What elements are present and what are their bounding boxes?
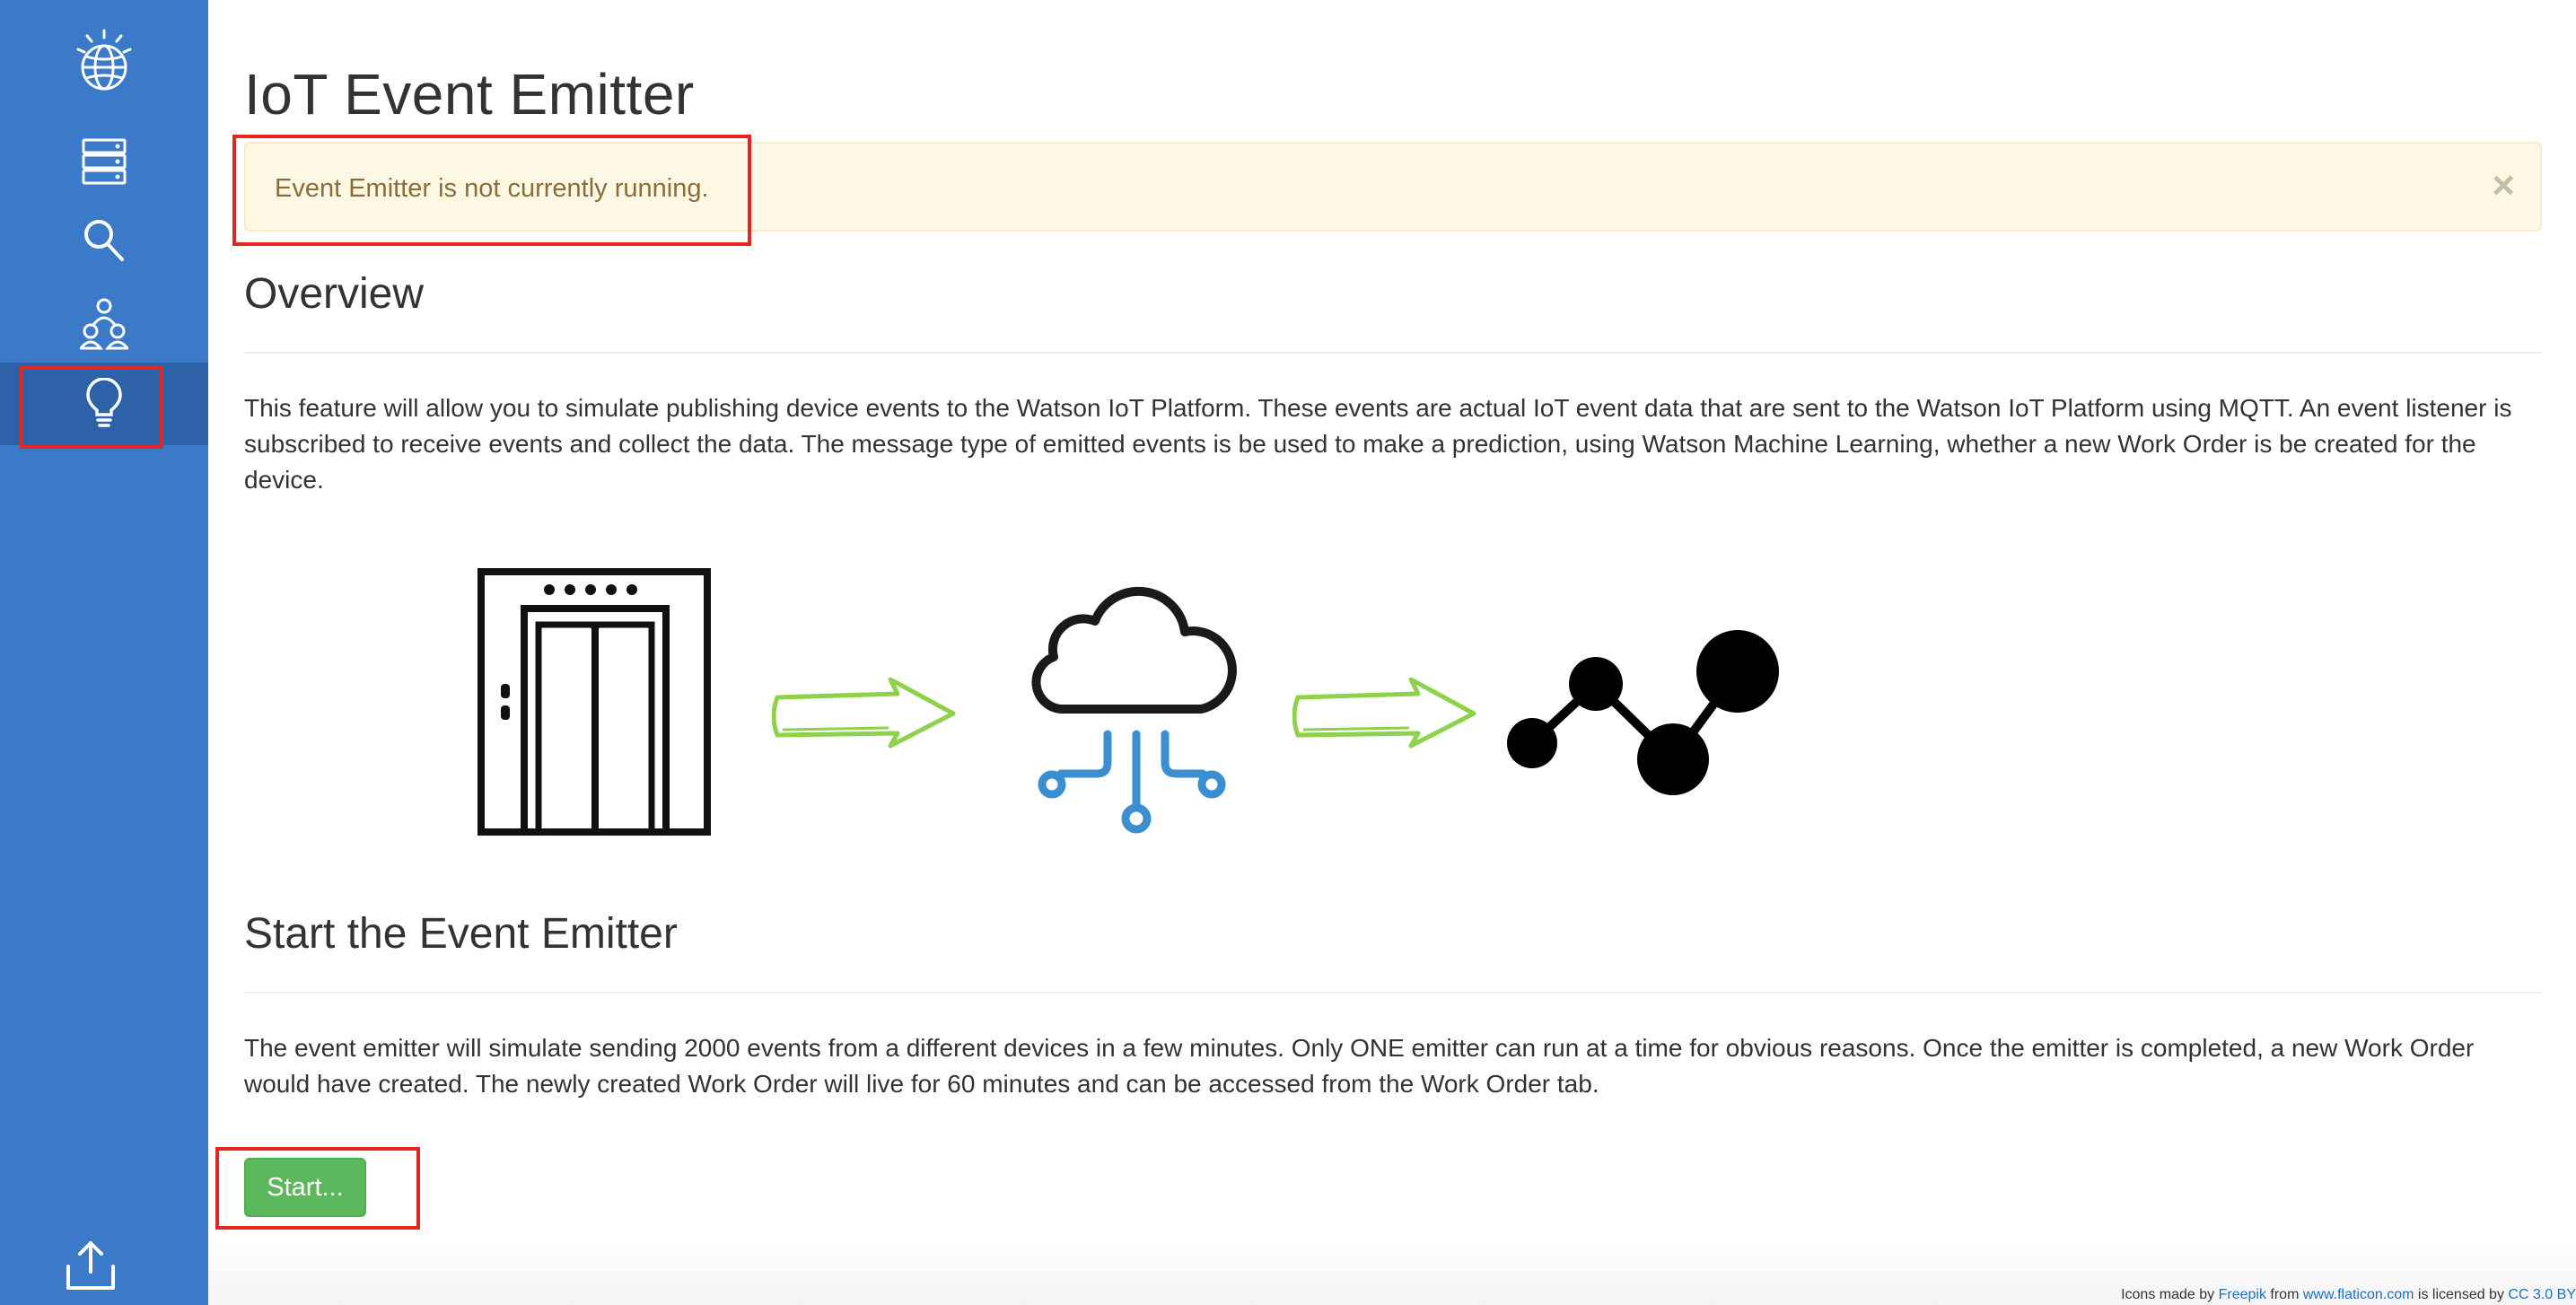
- elevator-icon: [478, 568, 711, 836]
- start-heading: Start the Event Emitter: [244, 910, 678, 958]
- server-icon: [82, 138, 127, 185]
- sidebar-item-event-emitter[interactable]: [0, 363, 208, 445]
- sidebar-item-users[interactable]: [0, 284, 208, 364]
- cloud-iot-icon: [1031, 586, 1237, 834]
- search-icon: [84, 220, 124, 261]
- sidebar-item-devices[interactable]: [0, 126, 208, 197]
- graph-nodes-icon: [1507, 630, 1779, 795]
- sidebar-item-export[interactable]: [0, 1230, 208, 1301]
- divider: [244, 352, 2542, 354]
- freepik-link[interactable]: Freepik: [2219, 1287, 2266, 1302]
- start-text: The event emitter will simulate sending …: [244, 1034, 2475, 1098]
- overview-text: This feature will allow you to simulate …: [244, 394, 2512, 494]
- credit-licensed: is licensed by: [2417, 1287, 2504, 1302]
- icon-credit: Icons made by Freepik from www.flaticon.…: [2121, 1287, 2576, 1303]
- license-link[interactable]: CC 3.0 BY: [2508, 1287, 2576, 1302]
- sidebar-logo[interactable]: [0, 20, 208, 101]
- users-icon: [80, 298, 128, 350]
- overview-heading: Overview: [244, 270, 425, 318]
- arrow-icon: [772, 678, 956, 749]
- close-icon[interactable]: ×: [2492, 163, 2515, 208]
- status-alert: Event Emitter is not currently running. …: [244, 142, 2542, 232]
- sidebar: [0, 0, 208, 1305]
- start-button[interactable]: Start...: [244, 1158, 366, 1217]
- credit-from: from: [2270, 1287, 2300, 1302]
- lightbulb-icon: [86, 378, 122, 427]
- page-title: IoT Event Emitter: [244, 62, 695, 127]
- upload-icon: [66, 1241, 115, 1290]
- flaticon-link[interactable]: www.flaticon.com: [2303, 1287, 2414, 1302]
- main-content: IoT Event Emitter Event Emitter is not c…: [244, 0, 2542, 1305]
- alert-text: Event Emitter is not currently running.: [275, 174, 709, 203]
- credit-prefix: Icons made by: [2121, 1287, 2215, 1302]
- arrow-icon: [1292, 678, 1476, 749]
- sidebar-item-search[interactable]: [0, 205, 208, 276]
- globe-logo-icon: [76, 29, 132, 91]
- divider: [244, 992, 2542, 994]
